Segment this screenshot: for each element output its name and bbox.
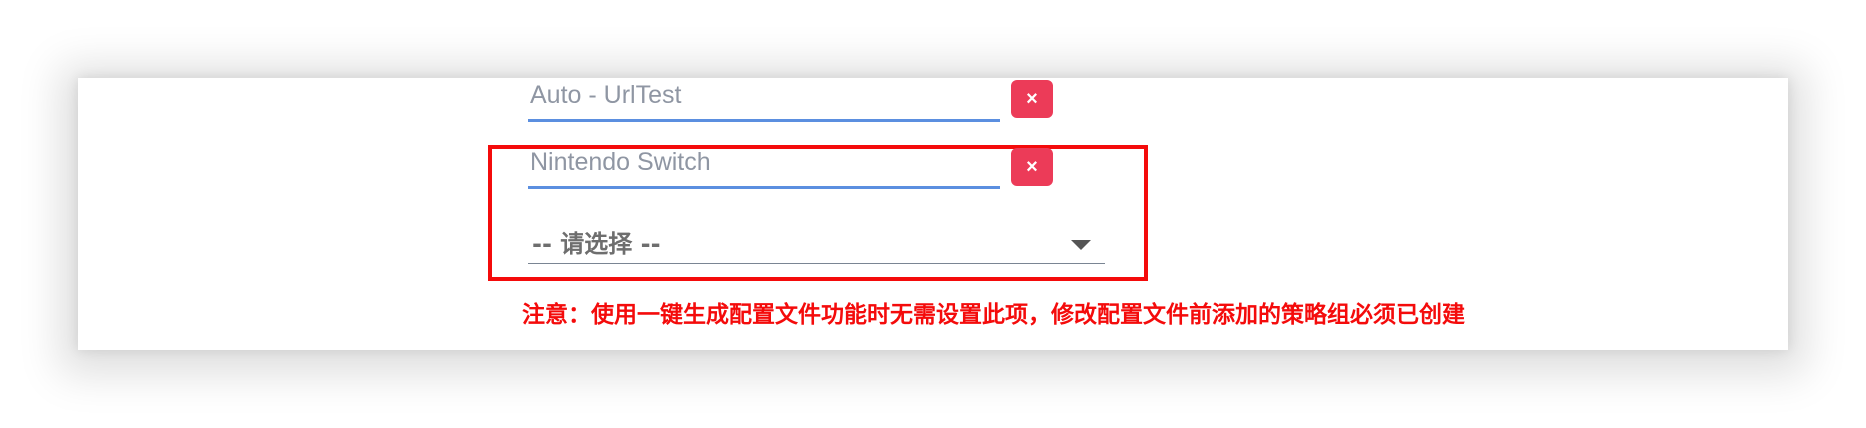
notice-text: 注意：使用一键生成配置文件功能时无需设置此项，修改配置文件前添加的策略组必须已创…	[522, 302, 1465, 328]
delete-group-button-1[interactable]: ×	[1011, 80, 1053, 118]
group-name-input-2[interactable]	[528, 139, 1000, 189]
close-icon: ×	[1026, 88, 1038, 110]
select-value: -- 请选择 --	[532, 230, 661, 258]
group-name-input-1[interactable]	[528, 72, 1000, 122]
chevron-down-icon	[1071, 240, 1091, 250]
proxy-group-panel: × × -- 请选择 -- 注意：使用一键生成配置文件功能时无需设置此项，修改配…	[78, 72, 1788, 350]
policy-select[interactable]: -- 请选择 --	[528, 220, 1105, 264]
close-icon: ×	[1026, 156, 1038, 178]
delete-group-button-2[interactable]: ×	[1011, 148, 1053, 186]
